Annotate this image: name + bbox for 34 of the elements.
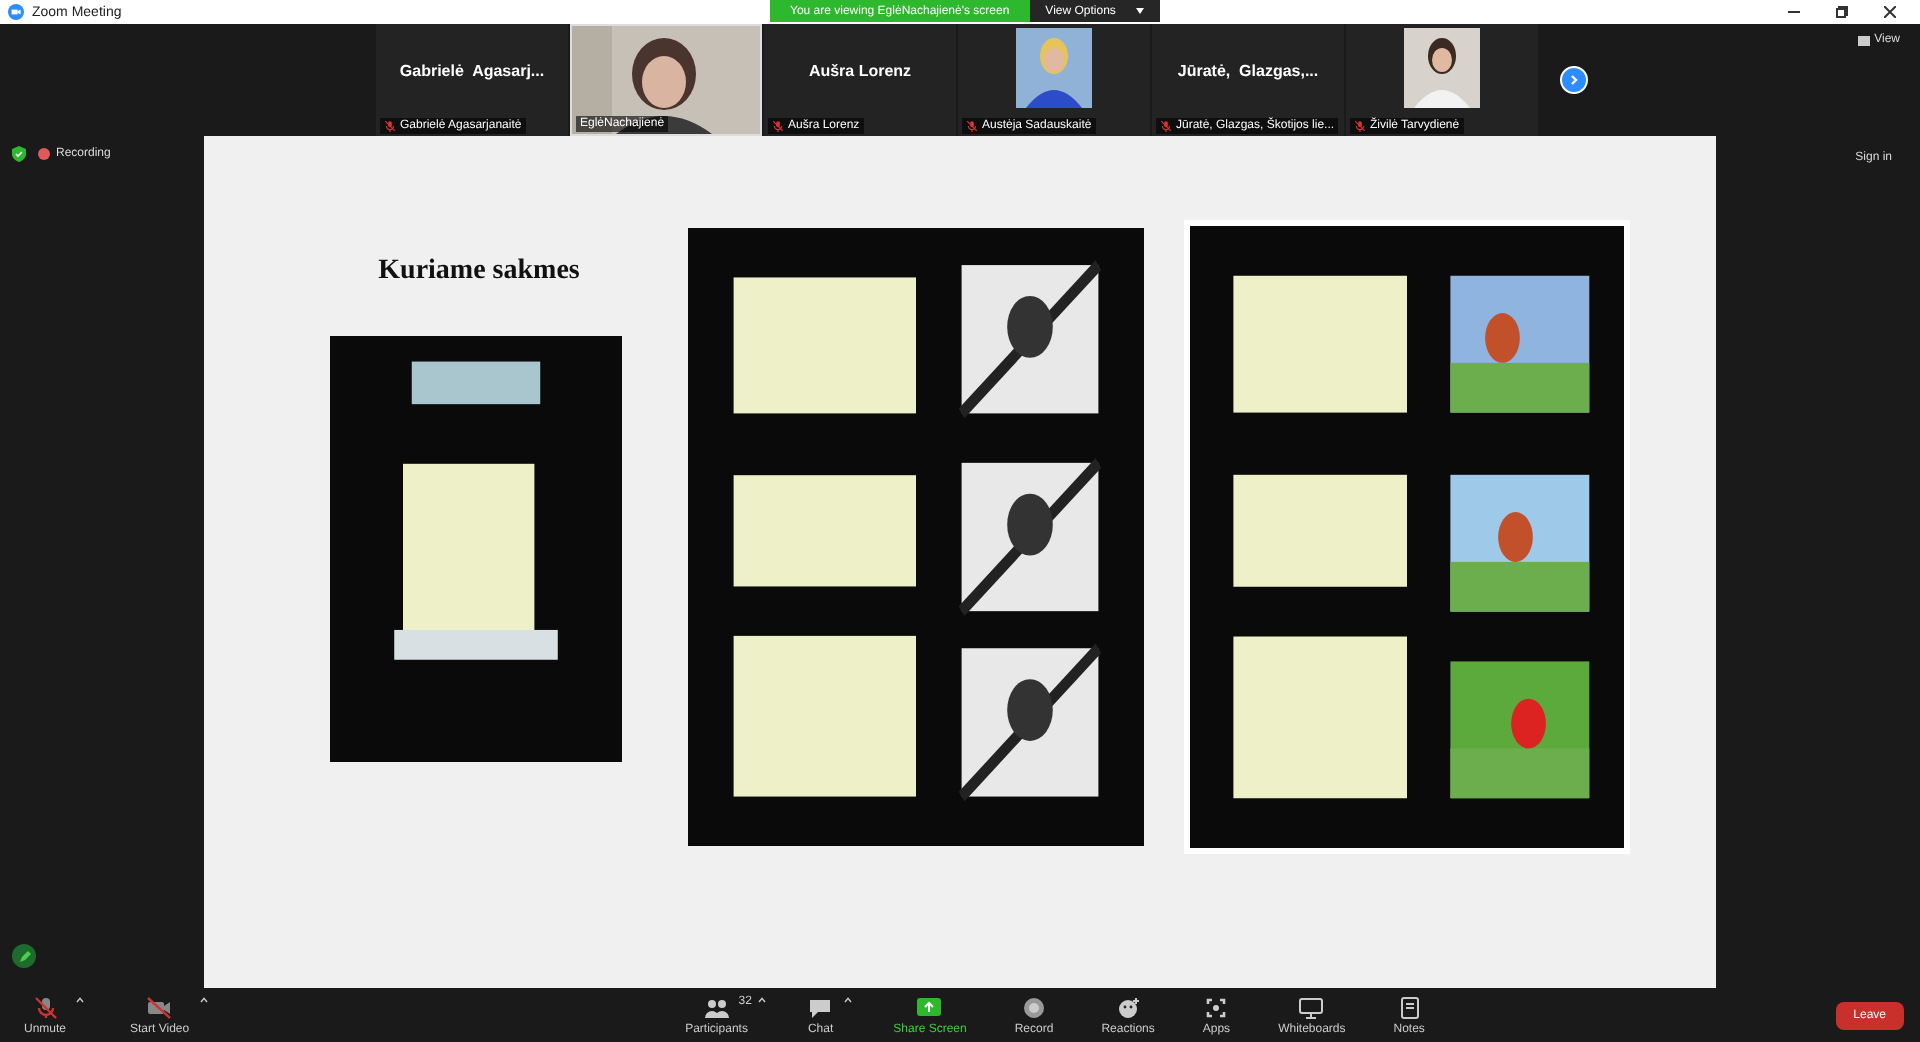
video-off-icon [146, 995, 173, 1019]
record-icon [1022, 995, 1047, 1019]
close-icon[interactable] [1884, 6, 1896, 18]
participant-name: Aušra Lorenz [808, 61, 912, 79]
muted-mic-icon [966, 120, 978, 132]
restore-icon[interactable] [1836, 6, 1848, 18]
apps-icon [1204, 995, 1229, 1019]
caret-icon[interactable] [76, 995, 85, 1003]
record-dot-icon [38, 148, 50, 160]
participants-icon [703, 995, 730, 1019]
caret-icon[interactable] [199, 995, 208, 1003]
next-page-button[interactable] [1560, 66, 1588, 94]
whiteboard-icon [1298, 995, 1325, 1019]
minimize-icon[interactable] [1788, 6, 1800, 18]
caret-icon[interactable] [843, 995, 852, 1003]
shield-icon [12, 146, 26, 162]
muted-mic-icon [384, 120, 396, 132]
share-screen-icon [916, 995, 943, 1019]
caret-icon [1135, 8, 1144, 14]
muted-mic-icon [1354, 120, 1366, 132]
muted-mic-icon [1160, 120, 1172, 132]
view-icon [1858, 35, 1871, 45]
caret-icon[interactable] [757, 995, 766, 1003]
smiley-icon [1116, 995, 1141, 1019]
notes-icon [1399, 995, 1420, 1019]
slide-title: Kuriame sakmes [378, 256, 580, 288]
pencil-icon [17, 949, 31, 963]
participant-name: Gabrielė Agasarj... [399, 61, 545, 79]
muted-mic-icon [33, 995, 57, 1019]
annotate-button[interactable] [12, 944, 36, 968]
chat-icon [808, 995, 833, 1019]
participant-name: Jūratė, Glazgas,... [1177, 61, 1319, 79]
muted-mic-icon [772, 120, 784, 132]
chevron-right-icon [1568, 74, 1580, 86]
